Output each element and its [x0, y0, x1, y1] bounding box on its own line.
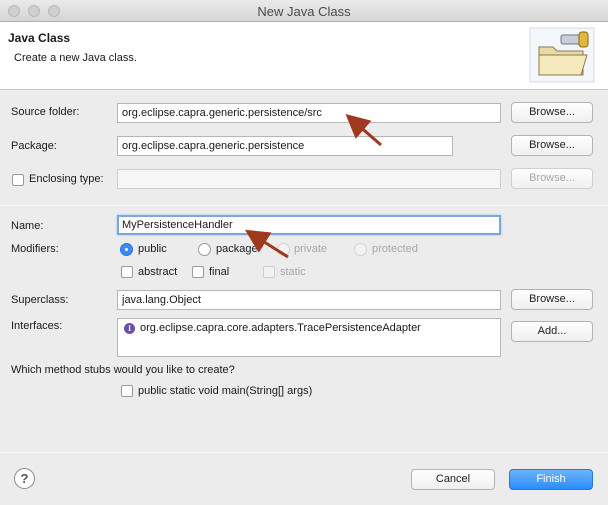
modifiers-label: Modifiers:	[11, 243, 59, 255]
interfaces-label: Interfaces:	[11, 320, 63, 332]
enclosing-type-browse-button[interactable]: Browse...	[511, 168, 593, 189]
footer-separator	[0, 452, 608, 453]
static-checkbox[interactable]	[263, 266, 275, 278]
finish-button[interactable]: Finish	[509, 469, 593, 490]
final-checkbox[interactable]	[192, 266, 204, 278]
separator	[0, 205, 608, 206]
abstract-label: abstract	[138, 266, 178, 278]
abstract-checkbox[interactable]	[121, 266, 133, 278]
window-title: New Java Class	[257, 4, 351, 19]
package-field[interactable]: org.eclipse.capra.generic.persistence	[117, 136, 453, 156]
wizard-description: Create a new Java class.	[14, 52, 137, 64]
wizard-folder-icon	[529, 27, 595, 83]
private-radio[interactable]	[277, 243, 290, 256]
main-method-checkbox[interactable]	[121, 385, 133, 397]
final-label: final	[209, 266, 230, 278]
wizard-title: Java Class	[8, 31, 71, 45]
superclass-label: Superclass:	[11, 294, 69, 306]
public-radio[interactable]	[120, 243, 133, 256]
help-icon[interactable]: ?	[14, 468, 35, 489]
static-label: static	[280, 266, 306, 278]
main-method-label: public static void main(String[] args)	[138, 385, 313, 397]
list-item[interactable]: org.eclipse.capra.core.adapters.TracePer…	[140, 322, 421, 334]
wizard-header: Java Class Create a new Java class.	[0, 22, 608, 90]
add-interface-button[interactable]: Add...	[511, 321, 593, 342]
cancel-button[interactable]: Cancel	[411, 469, 495, 490]
public-label: public	[138, 243, 167, 255]
enclosing-type-label: Enclosing type:	[29, 173, 104, 185]
superclass-browse-button[interactable]: Browse...	[511, 289, 593, 310]
protected-label: protected	[372, 243, 418, 255]
package-modifier-label: package	[216, 243, 258, 255]
package-browse-button[interactable]: Browse...	[511, 135, 593, 156]
method-stubs-question: Which method stubs would you like to cre…	[11, 364, 235, 376]
interface-icon: I	[124, 323, 135, 334]
enclosing-type-field[interactable]	[117, 169, 501, 189]
title-bar: New Java Class	[0, 0, 608, 22]
package-label: Package:	[11, 140, 57, 152]
interfaces-list[interactable]: I org.eclipse.capra.core.adapters.TraceP…	[117, 318, 501, 357]
name-label: Name:	[11, 220, 44, 232]
enclosing-type-checkbox[interactable]	[12, 174, 24, 186]
private-label: private	[294, 243, 328, 255]
source-folder-field[interactable]: org.eclipse.capra.generic.persistence/sr…	[117, 103, 501, 123]
class-name-input[interactable]: MyPersistenceHandler	[117, 215, 501, 235]
package-radio[interactable]	[198, 243, 211, 256]
superclass-field[interactable]: java.lang.Object	[117, 290, 501, 310]
source-folder-label: Source folder:	[11, 106, 80, 118]
protected-radio[interactable]	[354, 243, 367, 256]
source-folder-browse-button[interactable]: Browse...	[511, 102, 593, 123]
